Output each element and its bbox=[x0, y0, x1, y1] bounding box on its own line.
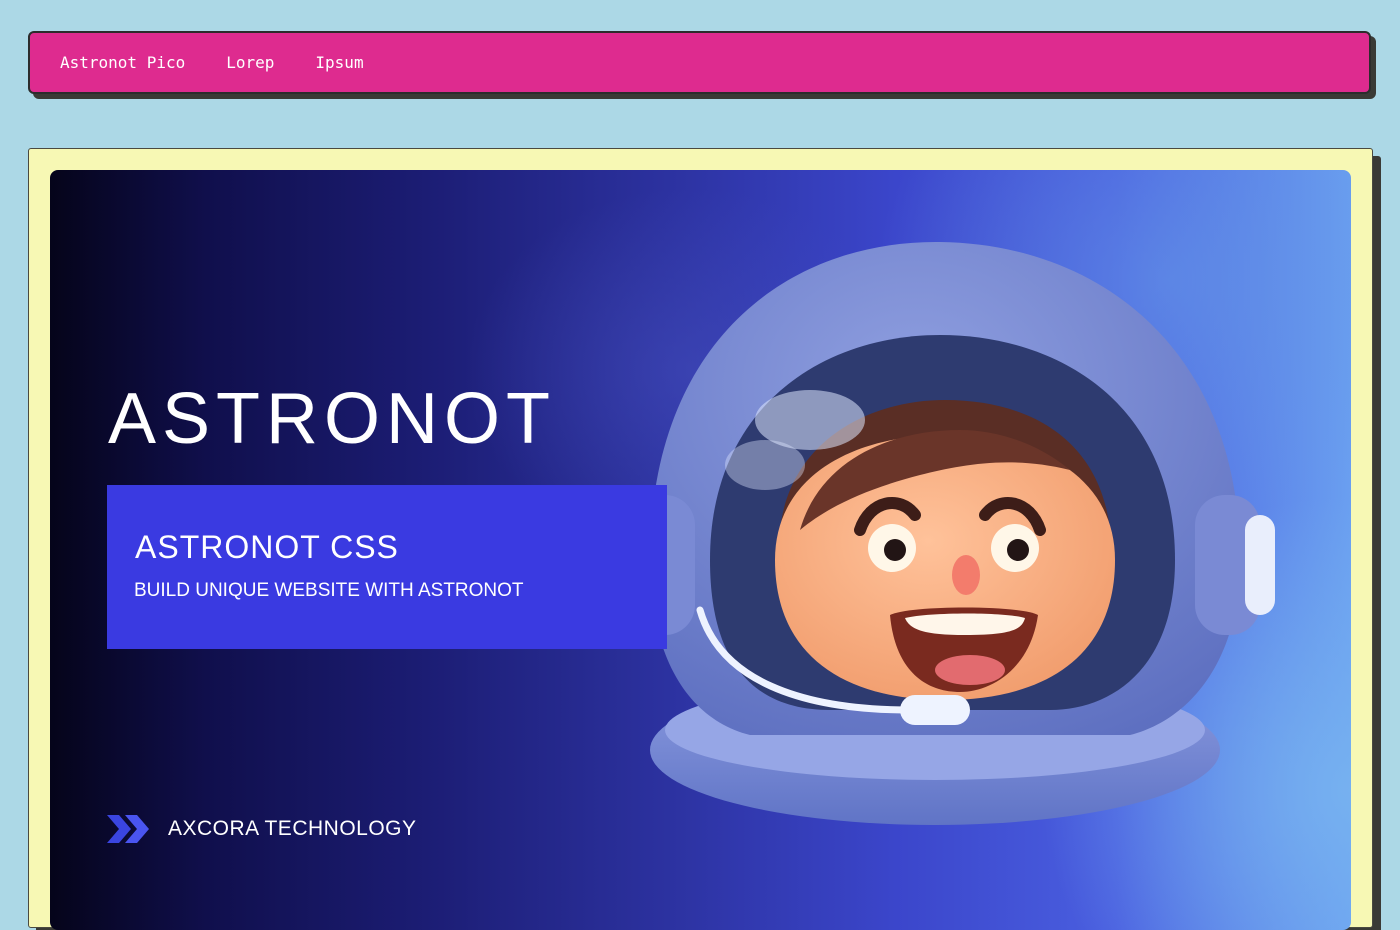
double-chevron-right-icon bbox=[107, 815, 149, 843]
hero-subtitle: ASTRONOT CSS bbox=[135, 529, 399, 565]
nav-link-astronot-pico[interactable]: Astronot Pico bbox=[60, 53, 185, 72]
navbar: Astronot Pico Lorep Ipsum bbox=[28, 31, 1371, 94]
hero-info-box: ASTRONOT CSS BUILD UNIQUE WEBSITE WITH A… bbox=[107, 485, 667, 649]
hero-tagline: BUILD UNIQUE WEBSITE WITH ASTRONOT bbox=[134, 580, 524, 601]
brand-name: AXCORA TECHNOLOGY bbox=[168, 817, 417, 840]
nav-link-lorep[interactable]: Lorep bbox=[226, 53, 274, 72]
astronaut-illustration bbox=[620, 241, 1275, 825]
hero-banner: ASTRONOT ASTRONOT CSS BUILD UNIQUE WEBSI… bbox=[50, 170, 1351, 930]
hero-title: ASTRONOT bbox=[108, 379, 557, 459]
nav-link-ipsum[interactable]: Ipsum bbox=[315, 53, 363, 72]
brand: AXCORA TECHNOLOGY bbox=[107, 815, 417, 843]
content-card: ASTRONOT ASTRONOT CSS BUILD UNIQUE WEBSI… bbox=[28, 148, 1373, 930]
